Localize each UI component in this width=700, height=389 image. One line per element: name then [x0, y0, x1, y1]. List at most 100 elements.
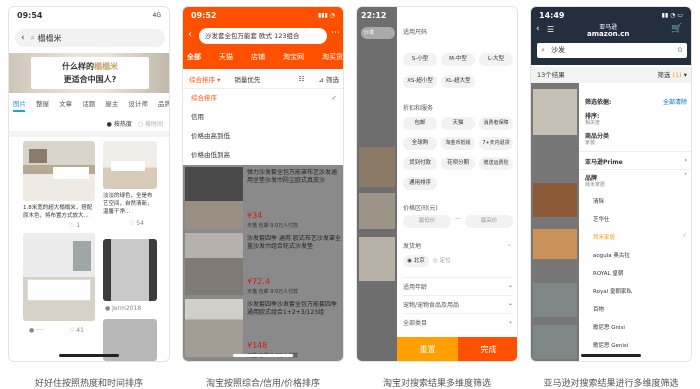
- cart-icon[interactable]: 🛒: [671, 24, 682, 34]
- promo-banner[interactable]: 什么样的榻榻米 更适合中国人?: [9, 53, 169, 93]
- tab-whole-house[interactable]: 整屋: [36, 98, 49, 112]
- brand-option-clear[interactable]: 清除: [593, 197, 604, 205]
- filter-button[interactable]: 筛选 (1) ▾: [657, 67, 687, 83]
- tab-tmall[interactable]: 天猫: [219, 52, 233, 62]
- menu-icon[interactable]: ☰: [547, 25, 554, 34]
- product-price-3: ¥148: [247, 341, 268, 350]
- brand-option-baihe[interactable]: 拜禾家居 ✓: [593, 233, 687, 241]
- service-chip-protection[interactable]: 消费者保障: [479, 117, 513, 130]
- brand-option-baiwu[interactable]: 百物: [593, 305, 604, 313]
- tab-owners[interactable]: 屋主: [105, 98, 118, 112]
- sort-sales[interactable]: 销量优先: [234, 74, 260, 84]
- photo-window-room[interactable]: [103, 239, 157, 301]
- bg-search-bar: 沙发: [361, 27, 395, 39]
- product-image-1[interactable]: [185, 167, 243, 229]
- tab-articles[interactable]: 文章: [59, 98, 72, 112]
- sort-comprehensive[interactable]: 综合排序 ▾: [189, 74, 220, 84]
- check-icon: ✓: [331, 94, 337, 102]
- service-chip-coins[interactable]: 淘金币抵钱: [441, 137, 475, 150]
- option-comprehensive[interactable]: 综合排序 ✓: [183, 89, 343, 108]
- done-button[interactable]: 完成: [458, 337, 517, 361]
- ship-expand-icon[interactable]: ⌄: [507, 241, 512, 248]
- brand-option-royal[interactable]: ROYAL 皇朝: [593, 269, 623, 277]
- option-price-desc[interactable]: 价格由高到低: [183, 127, 343, 146]
- brand-option-gnisi[interactable]: 歌尼思 Gnisi: [593, 323, 625, 331]
- clear-all-link[interactable]: 全部清除: [663, 97, 687, 106]
- service-chip-free-ship[interactable]: 包邮: [403, 117, 437, 130]
- brand-option-aogula[interactable]: aogula 奥古拉: [593, 251, 630, 259]
- size-chip-l[interactable]: L-大型: [479, 53, 513, 66]
- status-bar: 14:49 ▮▮ ◔ ▭: [531, 7, 691, 23]
- photo-tatami-room[interactable]: [23, 233, 95, 321]
- service-chip-insurance[interactable]: 赠送运费险: [479, 157, 513, 170]
- tab-taobao[interactable]: 淘宝网: [283, 52, 304, 62]
- search-bar[interactable]: ‹ ⌕ 榻榻米: [15, 29, 165, 47]
- size-chip-xl[interactable]: XL-超大型: [441, 75, 475, 88]
- back-icon[interactable]: ‹: [21, 33, 25, 43]
- service-chip-tmall[interactable]: 天猫: [441, 117, 475, 130]
- sort-toggle: ● 按热度 ○ 按时间: [107, 119, 163, 128]
- search-query: 沙发: [551, 46, 565, 54]
- price-min-input[interactable]: 最低价: [403, 215, 451, 228]
- size-chip-m[interactable]: M-中型: [441, 53, 475, 66]
- back-icon[interactable]: ‹: [188, 29, 192, 40]
- service-chip-general[interactable]: 通用排序: [403, 177, 437, 190]
- product-image-2[interactable]: [185, 233, 243, 295]
- product-meta-2: 天猫 包邮 9.0万人付款: [247, 289, 299, 295]
- service-chip-huabei[interactable]: 花呗分期: [441, 157, 475, 170]
- service-chip-returns[interactable]: 7+天内退货: [479, 137, 513, 150]
- size-chip-xs[interactable]: XS-超小型: [403, 75, 437, 88]
- sort-by-hot[interactable]: ● 按热度: [107, 119, 132, 128]
- search-icon: ⌕: [30, 33, 35, 42]
- card-title-1: 1.8米宽的超大榻榻米，搭配原木色，将布置方式放大...: [23, 205, 93, 219]
- sort-value[interactable]: 相关度: [585, 119, 600, 126]
- prime-filter[interactable]: 亚马逊Prime ›: [585, 157, 687, 166]
- caption-amazon-filter: 亚马逊对搜索结果进行多维度筛选: [543, 379, 679, 389]
- card-title-2: 淡淡的绿色，全是布艺空间，自然清新，温馨干净...: [103, 193, 153, 215]
- option-price-asc[interactable]: 价格由低到高: [183, 146, 343, 165]
- brand-option-genisi[interactable]: 歌尼思 Genisi: [593, 341, 628, 349]
- search-query: 沙发套全包万能套 欧式 123组合: [205, 32, 300, 40]
- category-tabs: 图片 整屋 文章 话题 屋主 设计师 品牌: [13, 98, 169, 112]
- filter-row-pets[interactable]: 宠物/宠物食品及用品 ⌄: [403, 295, 513, 309]
- home-indicator: [581, 354, 641, 357]
- results-background: [531, 83, 579, 361]
- brand-option-cheers[interactable]: 芝华仕: [593, 215, 610, 223]
- camera-icon[interactable]: ⊙: [677, 43, 683, 58]
- tab-topics[interactable]: 话题: [82, 98, 95, 112]
- filter-row-category[interactable]: 全部类目 ⌄: [403, 313, 513, 327]
- chevron-up-icon: ˄: [684, 173, 687, 180]
- tab-more[interactable]: 淘买货: [322, 52, 343, 62]
- amazon-logo[interactable]: 亚马逊 amazon.cn: [587, 24, 629, 38]
- filter-group-title-2: 折扣和服务: [403, 105, 434, 112]
- ship-chip-beijing[interactable]: ◉ 北京: [403, 255, 429, 267]
- option-credit[interactable]: 信用: [183, 108, 343, 127]
- service-chip-global[interactable]: 全球购: [403, 137, 437, 150]
- search-icon: ⌕: [541, 46, 545, 54]
- more-icon[interactable]: ⋯: [331, 28, 340, 38]
- filter-button[interactable]: ⊿ 筛选: [318, 74, 339, 84]
- sort-by-time[interactable]: ○ 按时间: [138, 119, 163, 128]
- tab-designers[interactable]: 设计师: [128, 98, 148, 112]
- brand-option-royal-furniture[interactable]: Royal 皇朝家私: [593, 287, 632, 295]
- back-icon[interactable]: ‹: [536, 24, 540, 34]
- photo-bedroom-2[interactable]: [103, 141, 157, 189]
- tab-all[interactable]: 全部: [187, 52, 201, 62]
- search-bar[interactable]: ⌕ 沙发 ⊙: [537, 43, 687, 58]
- tab-shops[interactable]: 店铺: [251, 52, 265, 62]
- price-max-input[interactable]: 最高价: [465, 215, 513, 228]
- caption-haohaozhu: 好好住按照热度和时间排序: [34, 379, 143, 389]
- filter-row-age[interactable]: 适用年龄 ⌄: [403, 277, 513, 291]
- search-bar[interactable]: 沙发套全包万能套 欧式 123组合: [199, 28, 327, 44]
- status-bar: 09:54 4G: [9, 7, 169, 23]
- photo-bedroom-1[interactable]: [23, 141, 95, 201]
- view-toggle-icon[interactable]: ☷: [299, 75, 305, 83]
- tab-brands[interactable]: 品牌: [158, 98, 169, 112]
- product-image-3[interactable]: [185, 299, 243, 357]
- service-chip-cod[interactable]: 货到付款: [403, 157, 437, 170]
- reset-button[interactable]: 重置: [397, 337, 458, 361]
- size-chip-s[interactable]: S-小型: [403, 53, 437, 66]
- ship-chip-locate[interactable]: ◎ 定位: [433, 255, 451, 267]
- category-value[interactable]: 家装: [585, 139, 595, 146]
- results-overlay[interactable]: 弹力沙发套全包万能罩布艺沙发通用坐垫沙发巾防尘欧式真皮沙 ¥34 天猫 包邮 9…: [183, 165, 343, 361]
